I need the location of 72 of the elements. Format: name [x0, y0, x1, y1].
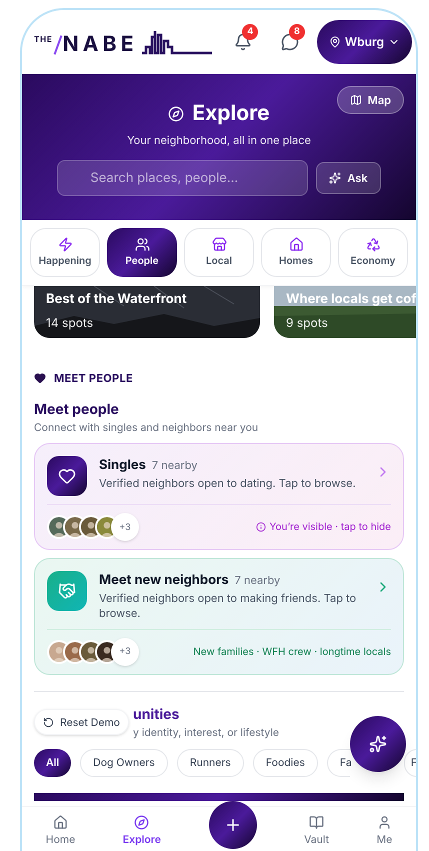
guide-count: 14 spots — [46, 314, 94, 332]
filter-chip[interactable]: Fa — [326, 748, 350, 777]
card-description: Verified neighbors open to dating. Tap to browse. — [99, 476, 357, 491]
location-button[interactable]: Wburg — [316, 20, 412, 64]
sparkles-icon — [329, 172, 342, 184]
nav-item[interactable]: Vault — [304, 815, 330, 848]
lightning-icon — [58, 236, 72, 252]
card-title: Singles — [99, 456, 146, 476]
hero-title: Explore — [192, 100, 270, 128]
category-tab[interactable]: Homes — [261, 228, 331, 277]
reset-demo-button[interactable]: Reset Demo — [34, 709, 129, 736]
map-pin-icon — [328, 36, 341, 48]
nearby-count: 7 nearby — [234, 572, 280, 589]
category-tab[interactable]: Happening — [30, 228, 100, 277]
filter-chip[interactable]: All — [34, 748, 72, 777]
card-description: Verified neighbors open to making friends. Tap to browse. — [99, 590, 358, 621]
nav-item[interactable]: Home — [46, 815, 76, 848]
house-icon — [52, 815, 68, 830]
compass-icon — [168, 106, 184, 122]
section-subtitle: Connect with singles and neighbors near you — [34, 420, 260, 436]
bell-icon — [234, 33, 252, 51]
notifications-button[interactable]: 4 — [228, 24, 258, 60]
more-count: +3 — [111, 513, 139, 542]
heart-icon — [34, 372, 46, 384]
nav-item[interactable]: Explore — [122, 815, 161, 848]
book-icon — [309, 815, 324, 830]
guide-title: Best of the Waterfront — [46, 290, 188, 309]
guide-count: 9 spots — [286, 314, 329, 332]
more-count: +3 — [111, 638, 139, 666]
category-tab[interactable]: People — [107, 228, 177, 277]
guide-title: Where locals get cof — [286, 290, 416, 309]
heart-icon — [47, 456, 87, 496]
section-title: Meet people — [34, 400, 120, 420]
section-label: MEET PEOPLE — [54, 370, 133, 386]
compass-icon — [134, 815, 150, 830]
handshake-icon — [47, 571, 87, 612]
group-tags: New families · WFH crew · longtime locals — [193, 644, 391, 660]
skyline-icon — [142, 29, 212, 55]
logo-small-text: THE — [34, 33, 53, 45]
message-badge: 8 — [288, 24, 305, 40]
meet-card[interactable]: Singles 7 nearby Verified neighbors open to dating. Tap to browse. +3 You’re visible · tap to hide — [34, 443, 404, 550]
meet-card[interactable]: Meet new neighbors 7 nearby Verified neighbors open to making friends. Tap to browse. +3 New families · WFH crew · longtime locals — [34, 558, 404, 675]
logo-text: NABE — [62, 34, 138, 55]
category-tab[interactable]: Economy — [338, 228, 408, 277]
house-icon — [288, 236, 304, 252]
info-icon — [256, 522, 266, 532]
store-icon — [212, 236, 226, 252]
guide-card[interactable]: Where locals get cof 9 spots — [274, 286, 416, 338]
filter-chip[interactable]: Runners — [176, 748, 244, 777]
messages-button[interactable]: 8 — [274, 24, 305, 60]
card-title: Meet new neighbors — [99, 571, 229, 590]
reset-icon — [43, 716, 54, 728]
chat-bubble-icon — [280, 33, 299, 51]
people-icon — [134, 236, 150, 252]
sparkles-icon — [369, 735, 387, 753]
map-button[interactable]: Map — [336, 86, 404, 114]
guide-card[interactable]: Best of the Waterfront 14 spots — [34, 286, 260, 338]
recycle-icon — [366, 236, 380, 252]
groups-subtitle: y identity, interest, or lifestyle — [132, 725, 280, 741]
nav-item[interactable]: Me — [376, 815, 392, 848]
nearby-count: 7 nearby — [152, 457, 198, 474]
visibility-link[interactable]: You’re visible · tap to hide — [270, 520, 391, 535]
map-icon — [350, 94, 362, 106]
hero-subtitle: Your neighborhood, all in one place — [127, 132, 311, 148]
filter-chip[interactable]: Dog Owners — [80, 748, 168, 777]
ask-button[interactable]: Ask — [316, 162, 381, 194]
add-button[interactable] — [208, 801, 256, 849]
person-icon — [376, 815, 392, 830]
category-tab[interactable]: Local — [184, 228, 254, 277]
groups-title: unities — [132, 705, 180, 725]
notification-badge: 4 — [242, 24, 258, 40]
filter-chip[interactable]: Foodies — [252, 748, 318, 777]
